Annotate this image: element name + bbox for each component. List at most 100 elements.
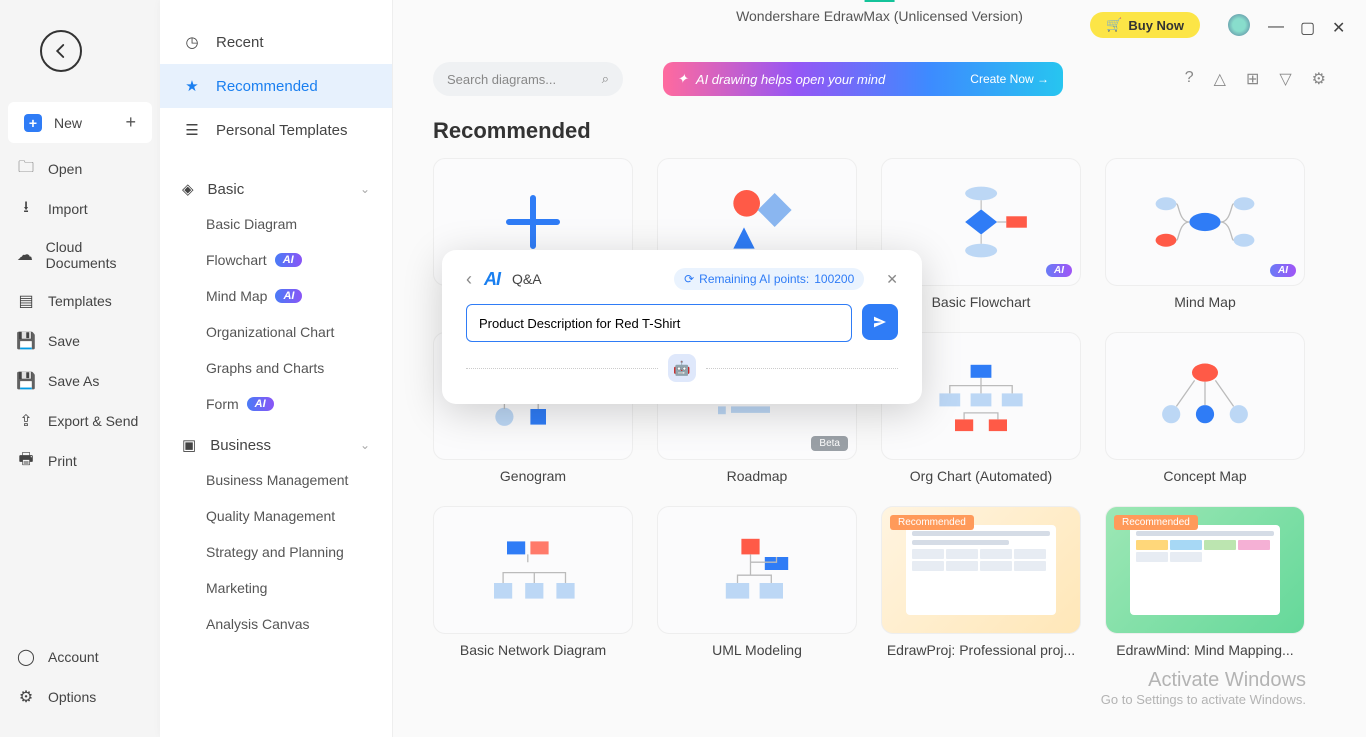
points-label: Remaining AI points: [699, 272, 809, 286]
search-icon: ⌕ [602, 71, 609, 87]
card-concept-map[interactable]: Concept Map [1105, 332, 1305, 484]
sidebar-item-open[interactable]: 🗀Open [0, 149, 160, 189]
sidebar-item-import[interactable]: ⭳ Import [0, 189, 160, 229]
apps-icon[interactable]: ⊞ [1246, 69, 1259, 89]
screenshot-preview [1130, 525, 1280, 615]
ai-badge: AI [1046, 264, 1072, 277]
import-icon: ⭳ [16, 199, 36, 219]
panel-section-business[interactable]: ▣ Business ⌄ [160, 422, 392, 462]
minimize-button[interactable]: — [1268, 18, 1282, 32]
print-icon: 🖶 [16, 451, 36, 471]
ai-badge: AI [275, 289, 302, 303]
subitem-orgchart[interactable]: Organizational Chart [160, 314, 392, 350]
ai-badge: AI [1270, 264, 1296, 277]
business-icon: ▣ [182, 436, 196, 454]
buy-button[interactable]: 🛒Buy Now [1090, 12, 1200, 38]
watermark-sub: Go to Settings to activate Windows. [1101, 692, 1306, 707]
subitem-marketing[interactable]: Marketing [160, 570, 392, 606]
loading-indicator: 🤖 [466, 354, 898, 382]
shirt-icon[interactable]: ▽ [1279, 69, 1291, 89]
add-icon[interactable]: + [125, 112, 136, 133]
ai-qa-popup: ‹ AI Q&A ⟳ Remaining AI points: 100200 ✕… [442, 250, 922, 404]
ai-banner[interactable]: ✦ AI drawing helps open your mind Create… [663, 62, 1063, 96]
subitem-flowchart[interactable]: Flowchart AI [160, 242, 392, 278]
card-uml[interactable]: UML Modeling [657, 506, 857, 658]
panel-item-recommended[interactable]: ★Recommended [160, 64, 392, 108]
sidebar-item-save[interactable]: 💾Save [0, 321, 160, 361]
nav-label: Print [48, 453, 77, 469]
card-edrawmind[interactable]: Recommended EdrawMind: Mind Mapping... [1105, 506, 1305, 658]
sub-label: Basic Diagram [206, 216, 297, 232]
category-panel: ◷Recent ★Recommended ☰Personal Templates… [160, 0, 393, 737]
banner-text: AI drawing helps open your mind [696, 72, 885, 87]
search-input[interactable]: Search diagrams... ⌕ [433, 62, 623, 96]
card-edrawproj[interactable]: Recommended EdrawProj: Professional proj… [881, 506, 1081, 658]
concept-icon [1140, 357, 1270, 435]
card-network[interactable]: Basic Network Diagram [433, 506, 633, 658]
section-label: Basic [208, 181, 245, 198]
ai-badge: AI [247, 397, 274, 411]
panel-section-basic[interactable]: ◈Basic⌄ [160, 166, 392, 206]
plus-square-icon: + [24, 114, 42, 132]
subitem-mindmap[interactable]: Mind MapAI [160, 278, 392, 314]
sidebar-item-options[interactable]: ⚙Options [0, 677, 160, 717]
maximize-button[interactable]: ▢ [1300, 18, 1314, 32]
screenshot-preview [906, 525, 1056, 615]
save-icon: 💾 [16, 331, 36, 351]
ai-prompt-input[interactable] [466, 304, 852, 342]
template-grid: AI Basic Flowchart AI Mind Map Genogram … [393, 158, 1366, 698]
buy-label: Buy Now [1128, 18, 1184, 33]
send-button[interactable] [862, 304, 898, 340]
section-title: Recommended [393, 96, 1366, 158]
bell-icon[interactable]: △ [1214, 69, 1226, 89]
sub-label: Business Management [206, 472, 348, 488]
windows-watermark: Activate Windows Go to Settings to activ… [1101, 669, 1306, 707]
user-icon: ◯ [16, 647, 36, 667]
subitem-quality-mgmt[interactable]: Quality Management [160, 498, 392, 534]
ai-badge: AI [275, 253, 302, 267]
sidebar-item-print[interactable]: 🖶 Print [0, 441, 160, 481]
card-mind-map[interactable]: AI Mind Map [1105, 158, 1305, 310]
sidebar-item-account[interactable]: ◯Account [0, 637, 160, 677]
popup-close-button[interactable]: ✕ [886, 271, 898, 288]
gear-icon[interactable]: ⚙ [1312, 69, 1326, 89]
subitem-analysis[interactable]: Analysis Canvas [160, 606, 392, 642]
sidebar-item-templates[interactable]: ▤Templates [0, 281, 160, 321]
points-value: 100200 [814, 272, 854, 286]
popup-back-button[interactable]: ‹ [466, 269, 472, 290]
banner-cta[interactable]: Create Now → [970, 72, 1049, 86]
target-icon: ⟳ [684, 272, 694, 286]
subitem-basic-diagram[interactable]: Basic Diagram [160, 206, 392, 242]
nav-label: Import [48, 201, 88, 217]
folder-icon: 🗀 [16, 159, 36, 179]
nav-label: Cloud Documents [46, 239, 144, 271]
sidebar-item-saveas[interactable]: 💾Save As [0, 361, 160, 401]
recommended-badge: Recommended [1114, 515, 1198, 530]
mindmap-icon [1140, 183, 1270, 261]
bot-icon: 🤖 [668, 354, 696, 382]
popup-title: Q&A [512, 271, 542, 287]
subitem-form[interactable]: FormAI [160, 386, 392, 422]
ai-points-badge[interactable]: ⟳ Remaining AI points: 100200 [674, 268, 864, 290]
primary-sidebar: + New + 🗀Open ⭳ Import ☁Cloud Documents ▤… [0, 0, 160, 737]
sub-label: Flowchart [206, 252, 267, 268]
sidebar-item-export[interactable]: ⇪Export & Send [0, 401, 160, 441]
back-button[interactable] [40, 30, 82, 72]
help-icon[interactable]: ? [1185, 69, 1194, 89]
chevron-down-icon: ⌄ [360, 438, 370, 452]
subitem-graphs[interactable]: Graphs and Charts [160, 350, 392, 386]
templates-icon: ▤ [16, 291, 36, 311]
section-label: Business [210, 437, 271, 454]
sidebar-item-cloud[interactable]: ☁Cloud Documents [0, 229, 160, 281]
subitem-strategy[interactable]: Strategy and Planning [160, 534, 392, 570]
subitem-business-mgmt[interactable]: Business Management [160, 462, 392, 498]
panel-item-recent[interactable]: ◷Recent [160, 20, 392, 64]
avatar[interactable] [1228, 14, 1250, 36]
new-button[interactable]: + New + [8, 102, 152, 143]
export-icon: ⇪ [16, 411, 36, 431]
sub-label: Analysis Canvas [206, 616, 310, 632]
sub-label: Marketing [206, 580, 267, 596]
chevron-down-icon: ⌄ [360, 182, 370, 196]
close-button[interactable]: ✕ [1332, 18, 1346, 32]
panel-item-personal[interactable]: ☰Personal Templates [160, 108, 392, 152]
